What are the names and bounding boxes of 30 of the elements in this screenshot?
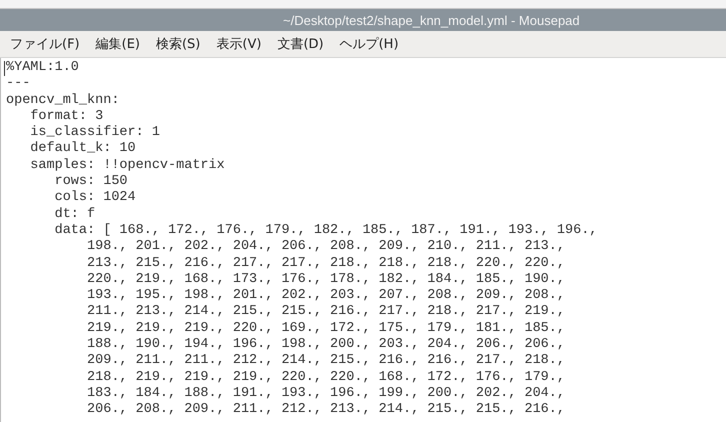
code-line: cols: 1024	[54, 190, 137, 207]
code-line: ---	[6, 76, 32, 93]
code-line: default_k: 10	[29, 141, 137, 158]
code-line: 219., 219., 219., 220., 169., 172., 175., 179., 181., 185.,	[86, 320, 566, 338]
code-line: 218., 219., 219., 219., 220., 220., 168., 172., 176., 179.,	[86, 370, 566, 386]
code-line: 220., 219., 168., 173., 176., 178., 182., 184., 185., 190.,	[86, 272, 566, 288]
code-line: 198., 201., 202., 204., 206., 208., 209., 210., 211., 213.,	[86, 239, 566, 256]
code-line: 188., 190., 194., 196., 198., 200., 203., 204., 206., 206.,	[86, 337, 566, 354]
menu-item[interactable]: 文書(D)	[277, 35, 324, 53]
code-line: 183., 184., 188., 191., 193., 196., 199., 200., 202., 204.,	[86, 386, 566, 402]
code-line: 211., 213., 214., 215., 215., 216., 217., 218., 217., 219.,	[86, 304, 566, 321]
window-title: ~/Desktop/test2/shape_knn_model.yml - Mousepad	[283, 12, 580, 28]
code-line: data: [ 168., 172., 176., 179., 182., 185., 187., 191., 193., 196.,	[54, 222, 598, 240]
menu-item[interactable]: 表示(V)	[216, 35, 262, 53]
menu-item[interactable]: 検索(S)	[156, 35, 200, 53]
code-line: dt: f	[54, 206, 96, 223]
code-line: opencv_ml_knn:	[6, 92, 120, 109]
code-line: rows: 150	[54, 174, 129, 190]
menu-item[interactable]: 編集(E)	[96, 35, 140, 53]
code-line: is_classifier: 1	[29, 125, 161, 141]
code-line: %YAML:1.0	[6, 60, 80, 76]
code-line: 213., 215., 216., 217., 217., 218., 218., 218., 220., 220.,	[86, 256, 566, 272]
text-cursor	[4, 61, 5, 76]
code-line: 206., 208., 209., 211., 212., 213., 214., 215., 215., 216.,	[86, 402, 566, 419]
menu-item[interactable]: ファイル(F)	[10, 35, 80, 53]
code-line: samples: !!opencv-matrix	[29, 158, 226, 174]
code-line: 209., 211., 211., 212., 214., 215., 216., 216., 217., 218.,	[86, 353, 566, 370]
menu-item[interactable]: ヘルプ(H)	[340, 35, 399, 53]
code-line: 193., 195., 198., 201., 202., 203., 207., 208., 209., 208.,	[86, 288, 566, 304]
code-line: format: 3	[29, 108, 104, 125]
